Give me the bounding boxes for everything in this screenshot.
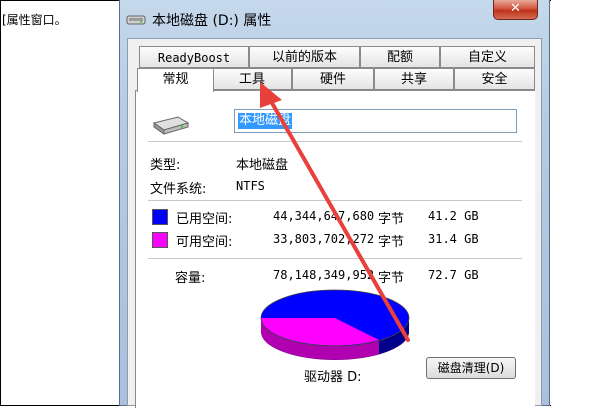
disk-usage-pie bbox=[260, 289, 410, 360]
tab-security[interactable]: 安全 bbox=[454, 68, 535, 90]
free-space-label: 可用空间: bbox=[176, 235, 233, 250]
capacity-label: 容量: bbox=[175, 271, 206, 286]
filesystem-value: NTFS bbox=[236, 179, 265, 193]
tab-hardware[interactable]: 硬件 bbox=[292, 68, 374, 90]
tab-previous-versions[interactable]: 以前的版本 bbox=[249, 46, 360, 68]
volume-name-input[interactable]: 本地磁盘 bbox=[234, 109, 517, 133]
used-space-unit: 字节 bbox=[378, 212, 405, 227]
tab-general[interactable]: 常规 bbox=[137, 68, 214, 92]
used-space-swatch bbox=[152, 209, 168, 225]
volume-name-selection: 本地磁盘 bbox=[238, 113, 293, 129]
free-space-size: 31.4 GB bbox=[428, 232, 479, 246]
disk-cleanup-button[interactable]: 磁盘清理(D) bbox=[426, 357, 516, 379]
free-space-swatch bbox=[152, 232, 168, 248]
type-value: 本地磁盘 bbox=[236, 158, 289, 173]
capacity-size: 72.7 GB bbox=[428, 268, 479, 282]
free-space-unit: 字节 bbox=[378, 235, 405, 250]
tab-customize[interactable]: 自定义 bbox=[440, 46, 535, 68]
page-text: [属性窗口。 bbox=[2, 13, 67, 27]
window-title: 本地磁盘 (D:) 属性 bbox=[152, 13, 272, 29]
separator-top bbox=[148, 141, 522, 142]
type-label: 类型: bbox=[150, 158, 181, 173]
page-background-right bbox=[551, 0, 606, 406]
used-space-label: 已用空间: bbox=[176, 212, 233, 227]
separator-bottom bbox=[148, 258, 522, 259]
tab-quota[interactable]: 配额 bbox=[360, 46, 440, 68]
used-space-bytes: 44,344,647,680 bbox=[273, 209, 375, 223]
close-icon: ✕ bbox=[510, 1, 521, 16]
tab-readyboost[interactable]: ReadyBoost bbox=[139, 46, 249, 68]
separator-mid bbox=[148, 200, 522, 201]
drive-letter-label: 驱动器 D: bbox=[304, 370, 362, 385]
close-button[interactable]: ✕ bbox=[493, 0, 538, 20]
filesystem-label: 文件系统: bbox=[150, 182, 207, 197]
drive-icon bbox=[126, 15, 146, 25]
used-space-size: 41.2 GB bbox=[428, 209, 479, 223]
tab-tools[interactable]: 工具 bbox=[212, 68, 292, 90]
tab-sharing[interactable]: 共享 bbox=[374, 68, 454, 90]
title-bar[interactable]: 本地磁盘 (D:) 属性 ✕ bbox=[120, 0, 549, 38]
disk-drive-icon bbox=[152, 116, 190, 135]
free-space-bytes: 33,803,702,272 bbox=[273, 232, 375, 246]
